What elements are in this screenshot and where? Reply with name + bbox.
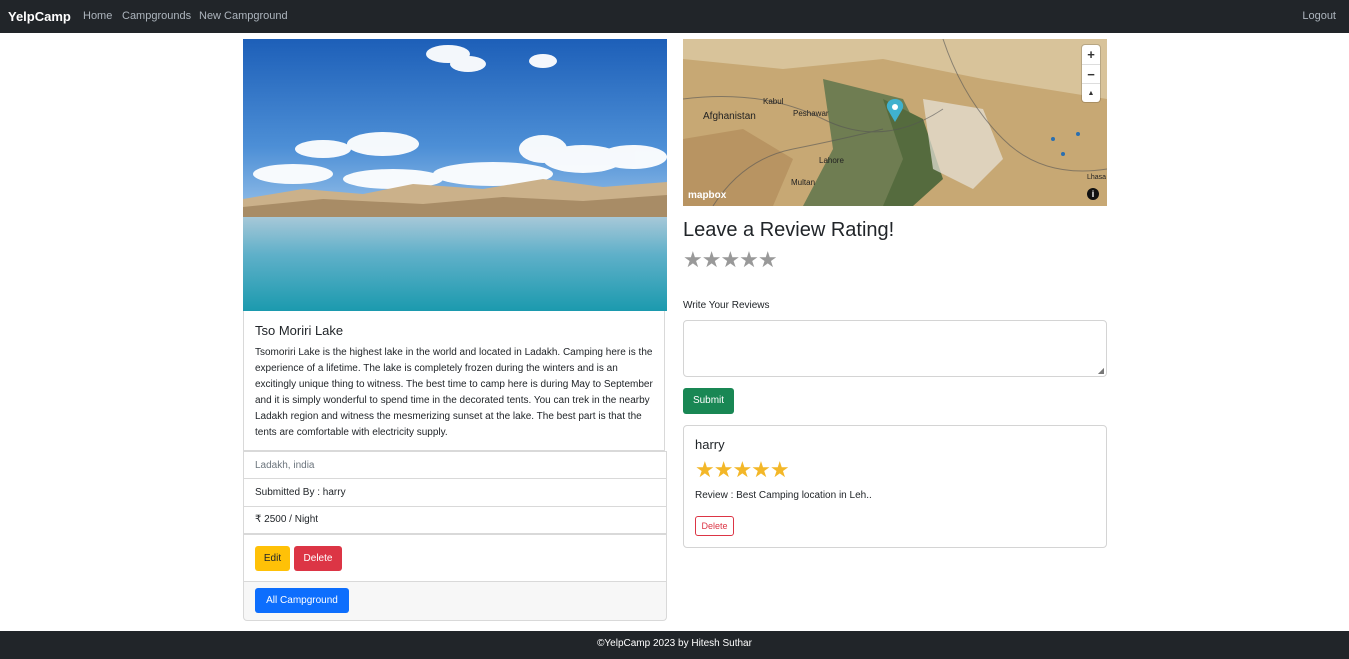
review-card: harry ★★★★★ Review : Best Camping locati… xyxy=(683,425,1107,548)
compass-button[interactable]: ▲ xyxy=(1082,83,1100,103)
review-delete-button[interactable]: Delete xyxy=(695,516,734,536)
resize-grip-icon[interactable]: ◢ xyxy=(1098,366,1104,375)
review-author: harry xyxy=(695,437,725,452)
all-campground-button[interactable]: All Campground xyxy=(255,588,349,613)
mapbox-logo[interactable]: mapbox xyxy=(688,190,726,201)
nav-link-home[interactable]: Home xyxy=(83,10,112,22)
campground-description: Tsomoriri Lake is the highest lake in th… xyxy=(255,347,653,438)
zoom-in-button[interactable]: + xyxy=(1082,45,1100,64)
campground-location: Ladakh, india xyxy=(243,451,667,479)
campground-price: ₹ 2500 / Night xyxy=(243,506,667,534)
navbar: YelpCamp Home Campgrounds New Campground… xyxy=(0,0,1349,33)
map-label-lhasa: Lhasa xyxy=(1087,174,1106,181)
campground-image xyxy=(243,39,667,311)
review-label: Write Your Reviews xyxy=(683,300,770,311)
map-info-icon[interactable]: i xyxy=(1087,188,1099,200)
review-form-heading: Leave a Review Rating! xyxy=(683,219,895,241)
campground-card-footer: All Campground xyxy=(243,582,667,621)
nav-link-campgrounds[interactable]: Campgrounds xyxy=(122,10,191,22)
map-label-peshawar: Peshawar xyxy=(793,109,829,118)
map-label-lahore: Lahore xyxy=(819,156,844,165)
delete-button[interactable]: Delete xyxy=(294,546,342,571)
review-text: Review : Best Camping location in Leh.. xyxy=(695,490,872,501)
campground-map[interactable]: Afghanistan Peshawar Lahore Multan Kabul… xyxy=(683,39,1107,206)
star-rating-input[interactable]: ★★★★★ xyxy=(683,247,778,273)
campground-card-body: Tso Moriri Lake Tsomoriri Lake is the hi… xyxy=(243,311,665,451)
campground-actions: Edit Delete xyxy=(243,534,667,582)
map-controls: + − ▲ xyxy=(1082,45,1100,102)
review-textarea[interactable]: ◢ xyxy=(683,320,1107,377)
submit-button[interactable]: Submit xyxy=(683,388,734,414)
map-label-multan: Multan xyxy=(791,178,815,187)
edit-button[interactable]: Edit xyxy=(255,546,290,571)
nav-link-new-campground[interactable]: New Campground xyxy=(199,10,288,22)
map-label-kabul: Kabul xyxy=(763,97,784,106)
campground-title: Tso Moriri Lake xyxy=(255,323,344,338)
campground-submitted-by: Submitted By : harry xyxy=(243,479,667,507)
page-footer: ©YelpCamp 2023 by Hitesh Suthar xyxy=(0,631,1349,659)
brand-link[interactable]: YelpCamp xyxy=(8,9,71,24)
zoom-out-button[interactable]: − xyxy=(1082,64,1100,84)
review-star-rating: ★★★★★ xyxy=(695,457,790,482)
map-label-afghanistan: Afghanistan xyxy=(703,111,756,122)
logout-link[interactable]: Logout xyxy=(1302,10,1336,22)
